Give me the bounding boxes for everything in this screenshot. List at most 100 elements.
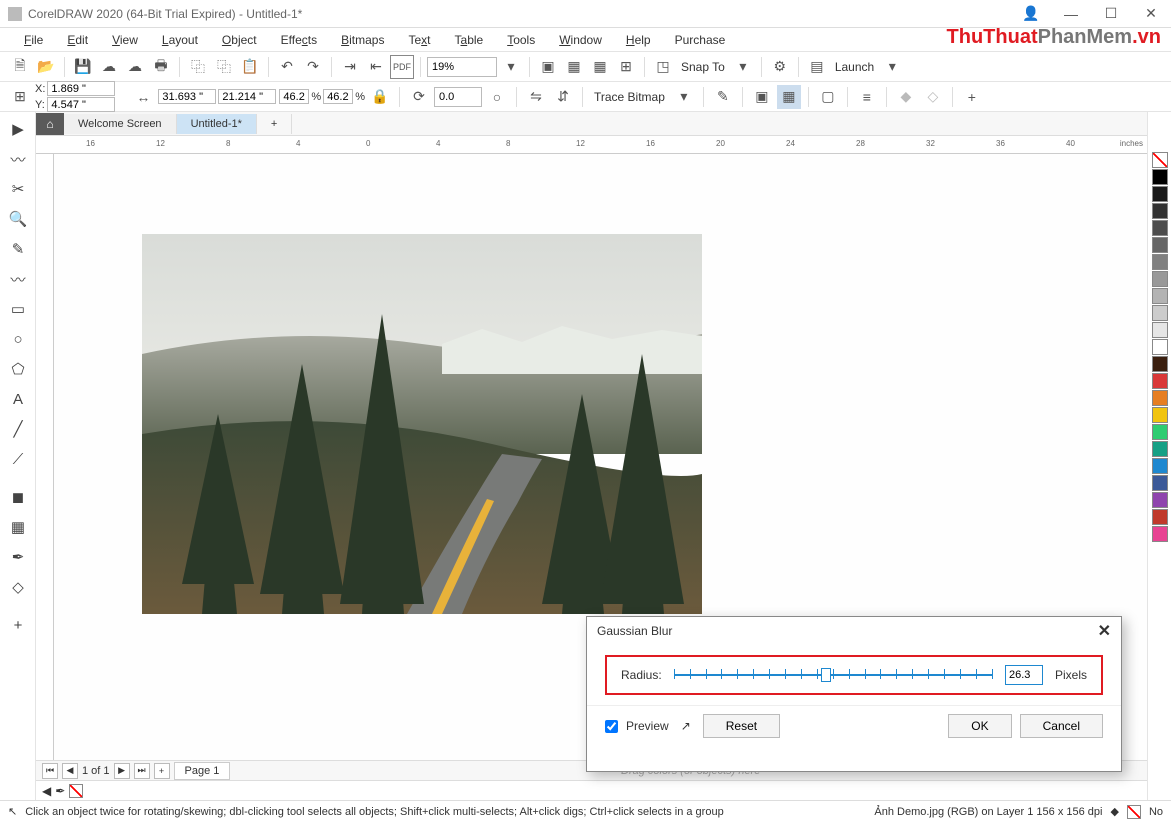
palette-swatch[interactable] [1152,186,1168,202]
dialog-close-button[interactable]: ✕ [1098,621,1111,641]
palette-swatch[interactable] [1152,509,1168,525]
cloud-down-button[interactable]: ☁ [123,55,147,79]
rotation-stepper[interactable]: ○ [485,85,509,109]
width-input[interactable] [158,89,216,104]
palette-swatch[interactable] [1152,305,1168,321]
edit-bitmap-button[interactable]: ✎ [711,85,735,109]
ok-button[interactable]: OK [948,714,1011,738]
page-prev[interactable]: ◀ [62,763,78,779]
no-fill-swatch[interactable] [69,784,83,798]
snap-to-label[interactable]: Snap To [677,60,729,74]
palette-swatch[interactable] [1152,322,1168,338]
scale-y-input[interactable] [323,89,353,104]
palette-swatch[interactable] [1152,237,1168,253]
options-button[interactable]: ⚙ [768,55,792,79]
trace-dropdown[interactable]: ▾ [672,85,696,109]
palette-swatch[interactable] [1152,254,1168,270]
shape-tool[interactable]: 〰 [2,144,34,174]
zoom-input[interactable] [427,57,497,77]
status-nofill-swatch[interactable] [1127,805,1141,819]
radius-slider[interactable] [674,666,993,684]
page-next[interactable]: ▶ [114,763,130,779]
artistic-media-tool[interactable]: 〰 [2,264,34,294]
crop-tool[interactable]: ✂ [2,174,34,204]
print-button[interactable]: 🖶 [149,55,173,79]
palette-swatch[interactable] [1152,390,1168,406]
freehand-tool[interactable]: ✎ [2,234,34,264]
palette-swatch[interactable] [1152,441,1168,457]
menu-table[interactable]: Table [443,30,496,50]
zoom-tool[interactable]: 🔍 [2,204,34,234]
reset-button[interactable]: Reset [703,714,780,738]
launch-dropdown[interactable]: ▾ [880,55,904,79]
menu-layout[interactable]: Layout [150,30,210,50]
fill-tool[interactable]: ◇ [2,572,34,602]
add-tool[interactable]: + [2,610,34,640]
rotation-input[interactable] [434,87,482,107]
menu-text[interactable]: Text [396,30,442,50]
maximize-button[interactable]: ☐ [1091,0,1131,28]
menu-tools[interactable]: Tools [495,30,547,50]
order-back-button[interactable]: ◇ [921,85,945,109]
eyedropper-icon[interactable]: ✒ [55,784,65,798]
order-front-button[interactable]: ◆ [894,85,918,109]
palette-swatch[interactable] [1152,356,1168,372]
preview-window-icon[interactable]: ↗ [677,719,695,733]
menu-window[interactable]: Window [547,30,614,50]
copy-button[interactable]: ⿻ [186,55,210,79]
import-button[interactable]: ⇥ [338,55,362,79]
pick-tool[interactable]: ▶ [2,114,34,144]
new-button[interactable]: 🗎 [8,55,32,79]
cloud-up-button[interactable]: ☁ [97,55,121,79]
grid-button[interactable]: ▦ [562,55,586,79]
preview-checkbox[interactable] [605,720,618,733]
clipboard-button[interactable]: 📋 [238,55,262,79]
rectangle-tool[interactable]: ▭ [2,294,34,324]
canvas-image[interactable] [142,234,702,614]
open-button[interactable]: 📂 [34,55,58,79]
page-last[interactable]: ⏭ [134,763,150,779]
save-button[interactable]: 💾 [71,55,95,79]
pdf-button[interactable]: PDF [390,55,414,79]
palette-swatch[interactable] [1152,203,1168,219]
ellipse-tool[interactable]: ○ [2,324,34,354]
dropshadow-tool[interactable]: ◼ [2,482,34,512]
align-button[interactable]: ≡ [855,85,879,109]
palette-swatch[interactable] [1152,339,1168,355]
snap-grid-button[interactable]: ⊞ [614,55,638,79]
tab-add[interactable]: + [257,114,292,134]
palette-swatch[interactable] [1152,169,1168,185]
palette-swatch[interactable] [1152,458,1168,474]
add-preset-button[interactable]: + [960,85,984,109]
palette-swatch[interactable] [1152,373,1168,389]
menu-file[interactable]: File [12,30,55,50]
palette-swatch[interactable] [1152,288,1168,304]
menu-effects[interactable]: Effects [269,30,329,50]
palette-swatch[interactable] [1152,220,1168,236]
resample-button[interactable]: ▦ [777,85,801,109]
palette-swatch[interactable] [1152,475,1168,491]
mirror-h-button[interactable]: ⇋ [524,85,548,109]
scale-x-input[interactable] [279,89,309,104]
height-input[interactable] [218,89,276,104]
trace-bitmap-label[interactable]: Trace Bitmap [590,90,669,104]
palette-swatch[interactable] [1152,424,1168,440]
snap-dropdown[interactable]: ▾ [731,55,755,79]
guides-button[interactable]: ▦ [588,55,612,79]
polygon-tool[interactable]: ⬠ [2,354,34,384]
page-tab[interactable]: Page 1 [174,762,231,780]
mirror-v-button[interactable]: ⇵ [551,85,575,109]
palette-swatch[interactable] [1152,492,1168,508]
user-icon[interactable]: 👤 [1011,0,1051,28]
zoom-dropdown[interactable]: ▾ [499,55,523,79]
undo-button[interactable]: ↶ [275,55,299,79]
menu-bitmaps[interactable]: Bitmaps [329,30,396,50]
radius-input[interactable] [1005,665,1043,685]
crop-button[interactable]: ▣ [750,85,774,109]
snap-toggle-icon[interactable]: ◳ [651,55,675,79]
transparency-tool[interactable]: ▦ [2,512,34,542]
wrap-text-button[interactable]: ▢ [816,85,840,109]
close-button[interactable]: ✕ [1131,0,1171,28]
palette-swatch[interactable] [1152,271,1168,287]
cancel-button[interactable]: Cancel [1020,714,1103,738]
